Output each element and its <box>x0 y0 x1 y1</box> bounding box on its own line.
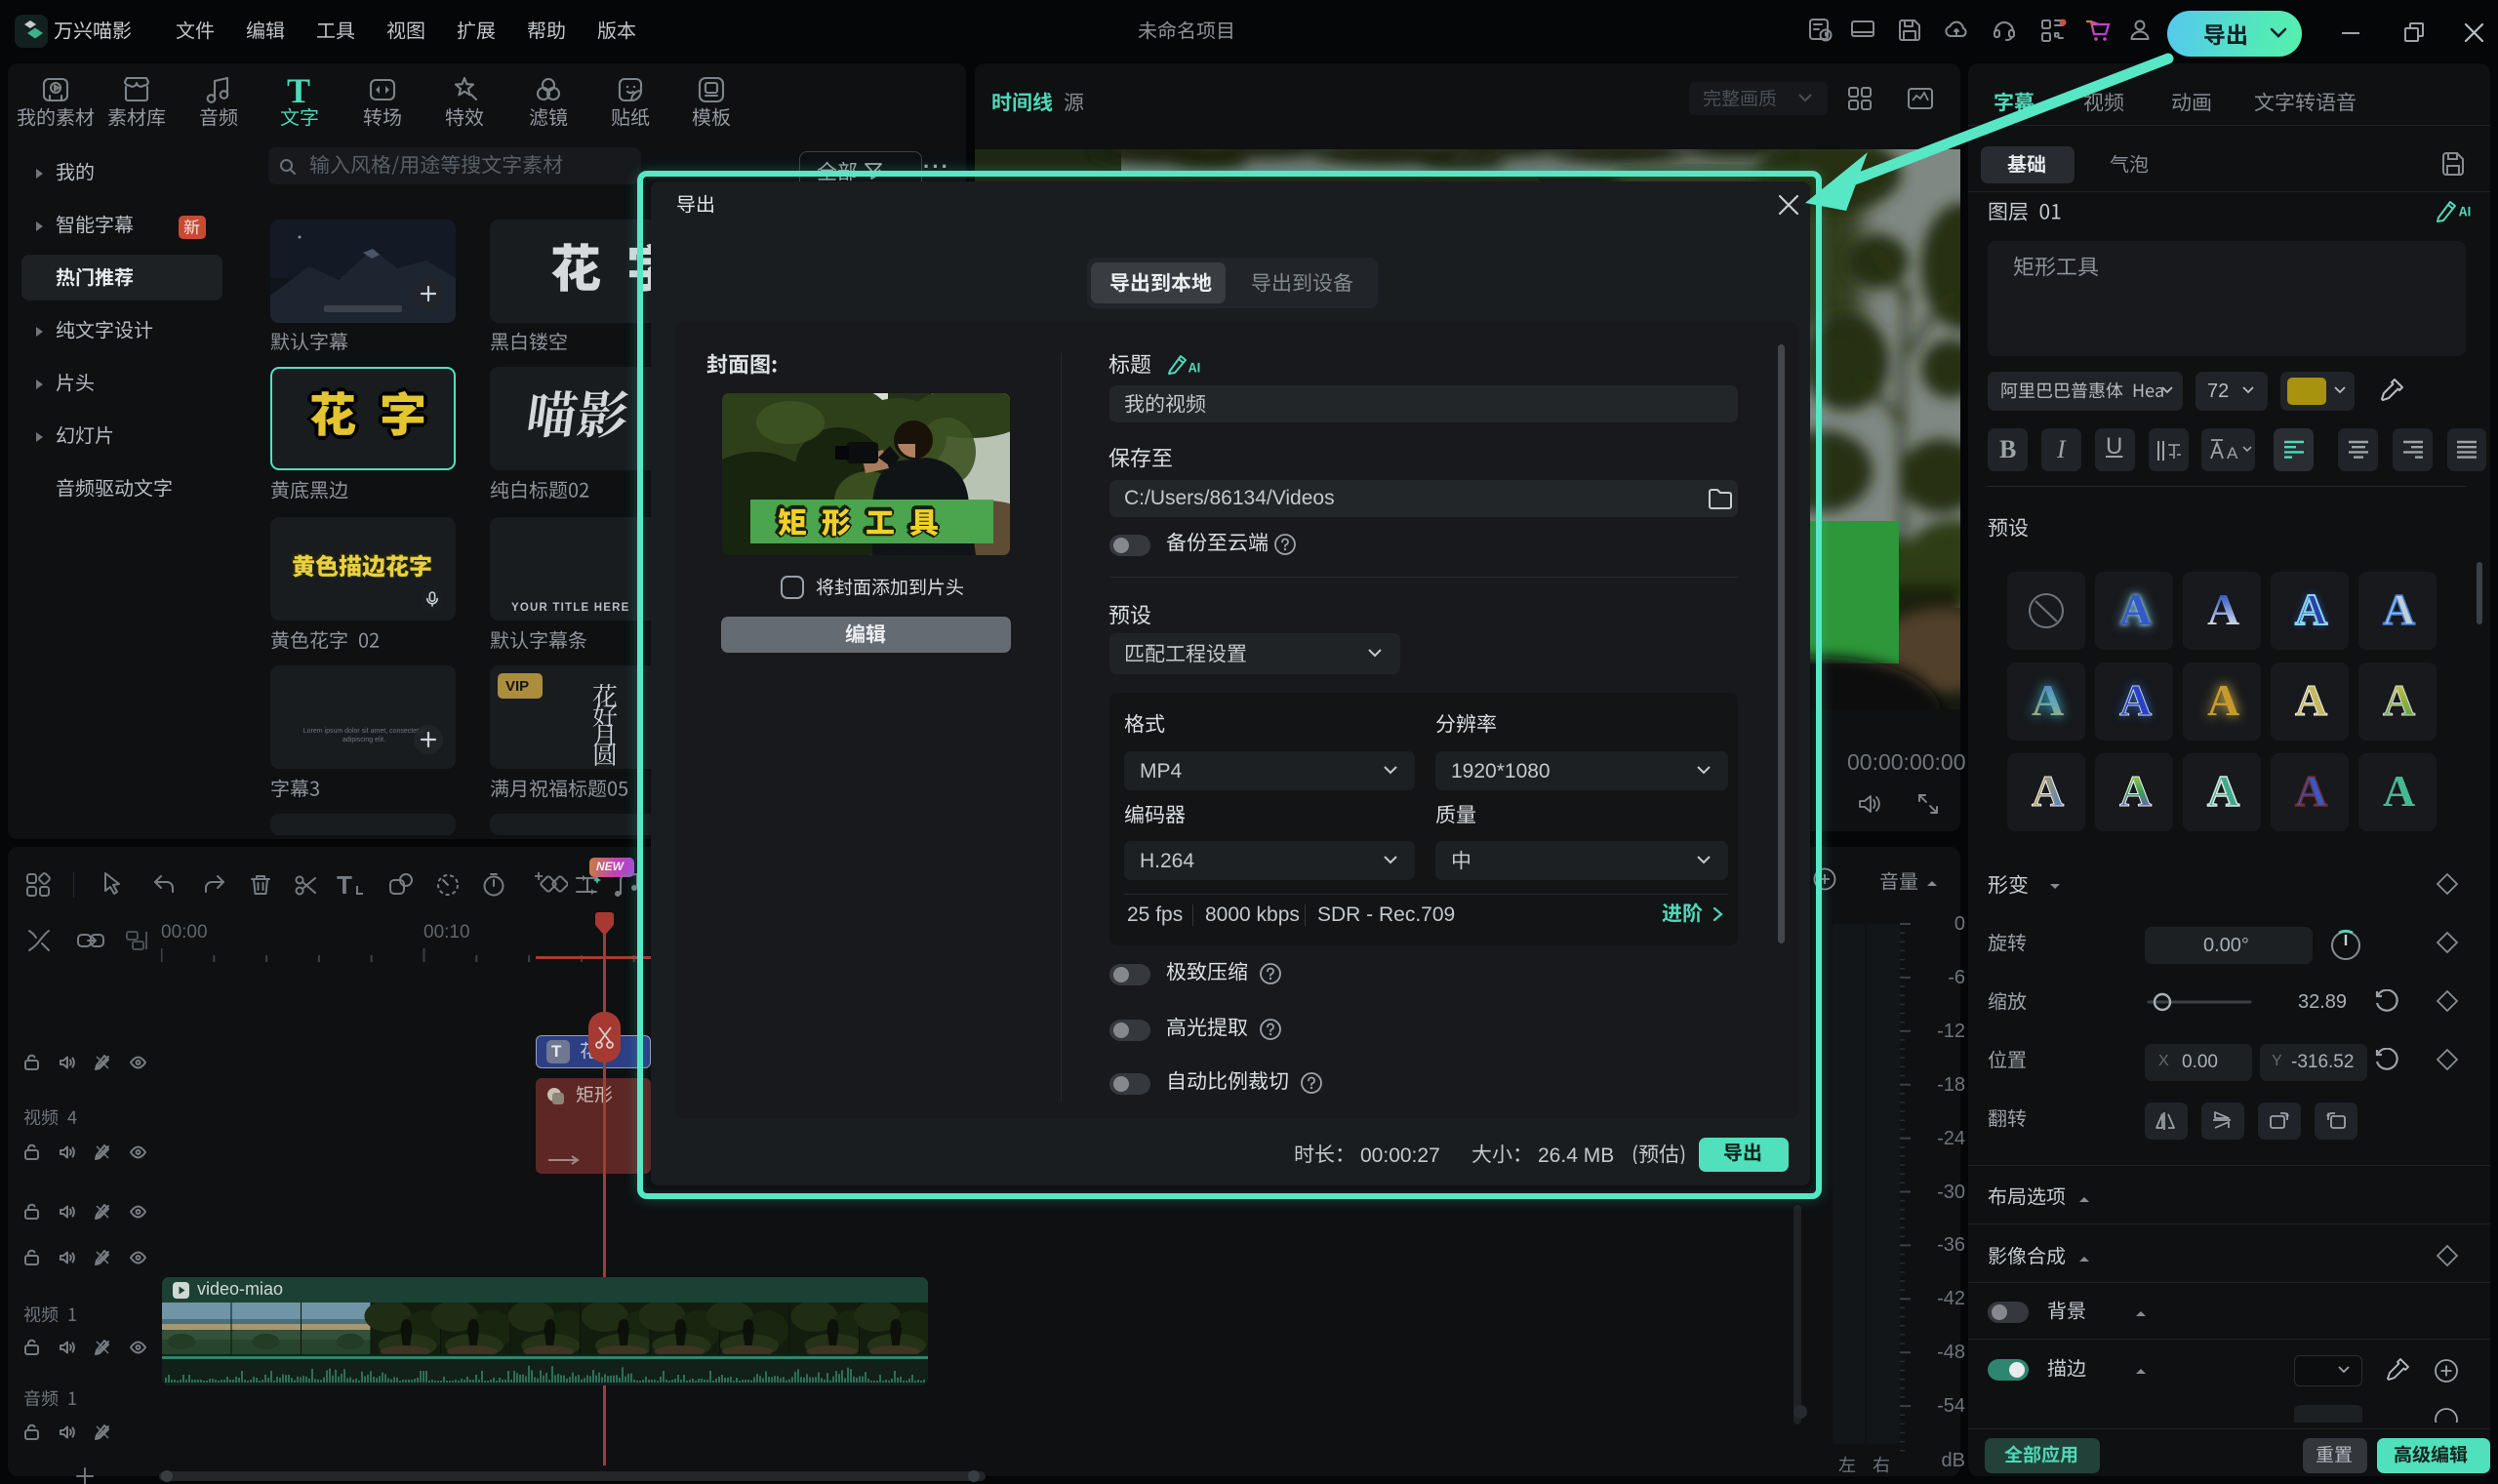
svg-text:A: A <box>2227 444 2238 462</box>
